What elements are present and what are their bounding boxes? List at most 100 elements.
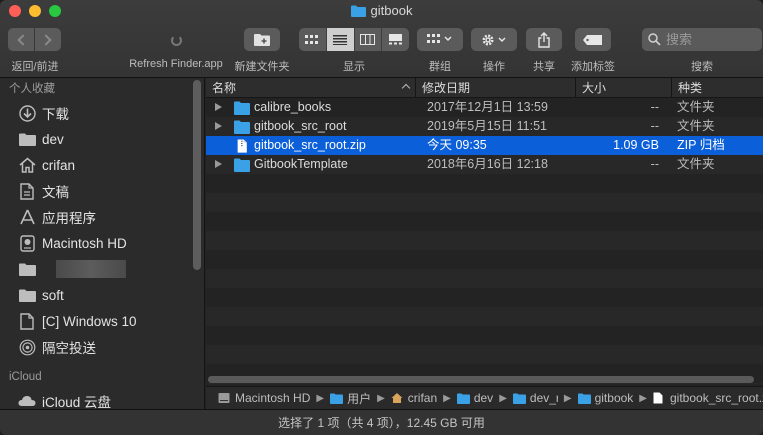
share-icon [538,31,550,48]
column-header-kind[interactable]: 种类 [672,78,763,98]
harddisk-icon [18,234,36,252]
refresh-label: Refresh Finder.app [129,58,223,70]
sidebar-item-airdrop[interactable]: 隔空投送 [0,334,204,360]
action-label: 操作 [483,61,505,73]
disclosure-triangle-icon[interactable] [215,122,222,130]
file-name: gitbook_src_root [254,119,347,133]
table-row[interactable]: gitbook_src_root 2019年5月15日 11:51 -- 文件夹 [206,117,763,136]
sidebar-item-icloud-drive[interactable]: iCloud 云盘 [0,388,204,409]
sidebar-item-applications[interactable]: 应用程序 [0,204,204,230]
view-label: 显示 [343,61,365,73]
folder-icon [18,286,36,304]
path-item-zip[interactable]: gitbook_src_root.zip [653,391,763,405]
sidebar-item-downloads[interactable]: 下载 [0,100,204,126]
disclosure-triangle-icon[interactable] [215,160,222,168]
sidebar-section-icloud: iCloud [9,371,42,383]
sidebar-scrollbar[interactable] [193,80,201,270]
search-icon [648,33,661,46]
sidebar: 个人收藏 下载 dev crifan 文稿 应用程序 Macintosh HD … [0,78,205,409]
file-kind: 文件夹 [677,157,715,171]
document-icon [18,182,36,200]
forward-button[interactable] [35,28,61,51]
path-separator-icon: ▶ [377,392,385,404]
harddisk-icon [218,392,231,404]
zip-file-icon [237,138,247,153]
file-size: -- [650,119,659,133]
folder-icon [234,120,250,134]
path-item-dev[interactable]: dev [456,391,493,405]
sidebar-item-label: 隔空投送 [42,341,96,356]
sort-ascending-icon [401,83,411,93]
search-input[interactable] [666,32,756,47]
file-size: -- [650,100,659,114]
tag-icon [583,34,602,45]
path-item-macintosh-hd[interactable]: Macintosh HD [218,391,310,405]
sidebar-item-label: dev [42,131,64,147]
sidebar-item-windows[interactable]: [C] Windows 10 [0,308,204,334]
home-icon [18,156,36,174]
sidebar-item-redacted[interactable] [0,256,204,282]
search-field[interactable] [642,28,762,51]
column-header-name[interactable]: 名称 [206,78,416,98]
column-view-button[interactable] [354,28,383,51]
file-name-cell: gitbook_src_root [234,117,419,136]
home-icon [391,392,404,404]
sidebar-item-dev[interactable]: dev [0,126,204,152]
share-button[interactable] [526,28,562,51]
path-item-users[interactable]: 用户 [330,390,371,407]
group-button[interactable] [417,28,463,51]
path-item-label: Macintosh HD [235,391,311,405]
list-view-button[interactable] [326,28,355,51]
action-button[interactable] [471,28,517,51]
sidebar-item-label: iCloud 云盘 [42,395,112,409]
window-title-text: gitbook [370,3,413,18]
empty-row [206,383,763,384]
sidebar-item-label: Macintosh HD [42,235,127,251]
gallery-icon [389,34,403,45]
path-item-dev-rc[interactable]: dev_rc [512,391,558,405]
table-row[interactable]: calibre_books 2017年12月1日 13:59 -- 文件夹 [206,98,763,117]
new-folder-button[interactable] [244,28,280,51]
file-size: -- [650,157,659,171]
refresh-spinner-icon[interactable] [171,35,182,46]
folder-icon [234,101,250,115]
empty-row [206,269,763,288]
back-button[interactable] [8,28,34,51]
path-item-gitbook[interactable]: gitbook [577,391,634,405]
columns-icon [360,34,376,45]
column-header-size-label: 大小 [582,81,607,95]
column-header-date[interactable]: 修改日期 [416,78,576,98]
status-bar: 选择了 1 项（共 4 项），12.45 GB 可用 [0,409,763,435]
file-date: 今天 09:35 [427,138,487,152]
sidebar-item-crifan[interactable]: crifan [0,152,204,178]
icon-view-button[interactable] [299,28,327,51]
folder-icon [18,260,36,278]
path-item-label: crifan [407,391,438,405]
empty-row [206,174,763,193]
gallery-view-button[interactable] [382,28,409,51]
sidebar-item-macintosh-hd[interactable]: Macintosh HD [0,230,204,256]
search-label: 搜索 [691,61,713,73]
folder-icon [577,392,591,404]
add-tag-button[interactable] [575,28,611,51]
sidebar-item-soft[interactable]: soft [0,282,204,308]
sidebar-item-label: soft [42,287,64,303]
table-row[interactable]: GitbookTemplate 2018年6月16日 12:18 -- 文件夹 [206,155,763,174]
path-separator-icon: ▶ [563,392,572,404]
horizontal-scrollbar[interactable] [208,376,754,383]
cloud-icon [18,392,36,409]
path-item-crifan[interactable]: crifan [391,391,437,405]
sidebar-item-documents[interactable]: 文稿 [0,178,204,204]
file-kind: 文件夹 [677,119,715,133]
table-row-selected[interactable]: gitbook_src_root.zip 今天 09:35 1.09 GB ZI… [206,136,763,155]
path-separator-icon: ▶ [316,392,325,404]
column-header-date-label: 修改日期 [422,81,471,95]
file-name: calibre_books [254,100,332,114]
path-item-label: gitbook [594,391,634,405]
disclosure-triangle-icon[interactable] [215,103,222,111]
column-header-size[interactable]: 大小 [576,78,672,98]
file-kind: ZIP 归档 [677,138,725,152]
file-name-cell: GitbookTemplate [234,155,419,174]
chevron-right-icon [40,33,52,46]
column-header-name-label: 名称 [212,81,237,95]
